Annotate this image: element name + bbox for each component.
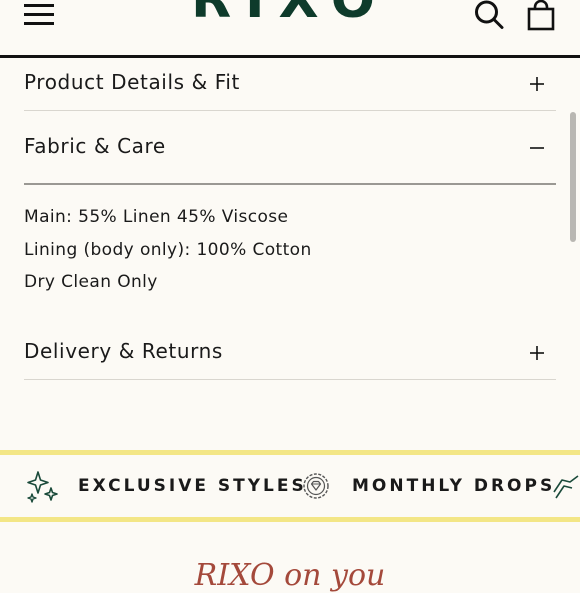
search-icon[interactable]: [474, 0, 504, 30]
perk-label: EXCLUSIVE STYLES: [78, 476, 307, 496]
accordion-delivery-returns[interactable]: Delivery & Returns: [24, 339, 556, 379]
diamond-badge-icon: [302, 472, 330, 504]
handshake-icon: [552, 472, 580, 506]
fabric-care-text: Lining (body only): 100% Cotton: [24, 240, 312, 260]
band-top-line: [0, 450, 580, 455]
band-bottom-line: [0, 517, 580, 522]
site-header: RIXO: [0, 0, 580, 58]
minus-icon[interactable]: [528, 139, 546, 157]
accordion-title: Product Details & Fit: [24, 70, 240, 94]
divider: [24, 110, 556, 111]
accordion-title: Delivery & Returns: [24, 339, 223, 363]
accordion-fabric-care[interactable]: Fabric & Care: [24, 134, 556, 174]
fabric-care-text: Main: 55% Linen 45% Viscose: [24, 207, 289, 227]
accordion-title: Fabric & Care: [24, 134, 166, 158]
perk-label: MONTHLY DROPS: [352, 476, 556, 496]
divider: [24, 379, 556, 380]
plus-icon[interactable]: [528, 344, 546, 362]
shopping-bag-icon[interactable]: [526, 0, 556, 32]
accordion-product-details[interactable]: Product Details & Fit: [24, 70, 556, 110]
plus-icon[interactable]: [528, 75, 546, 93]
fabric-care-text: Dry Clean Only: [24, 272, 158, 292]
divider: [24, 183, 556, 185]
sparkles-icon: [24, 468, 60, 508]
section-title: RIXO on you: [194, 558, 386, 593]
scrollbar[interactable]: [570, 112, 576, 242]
